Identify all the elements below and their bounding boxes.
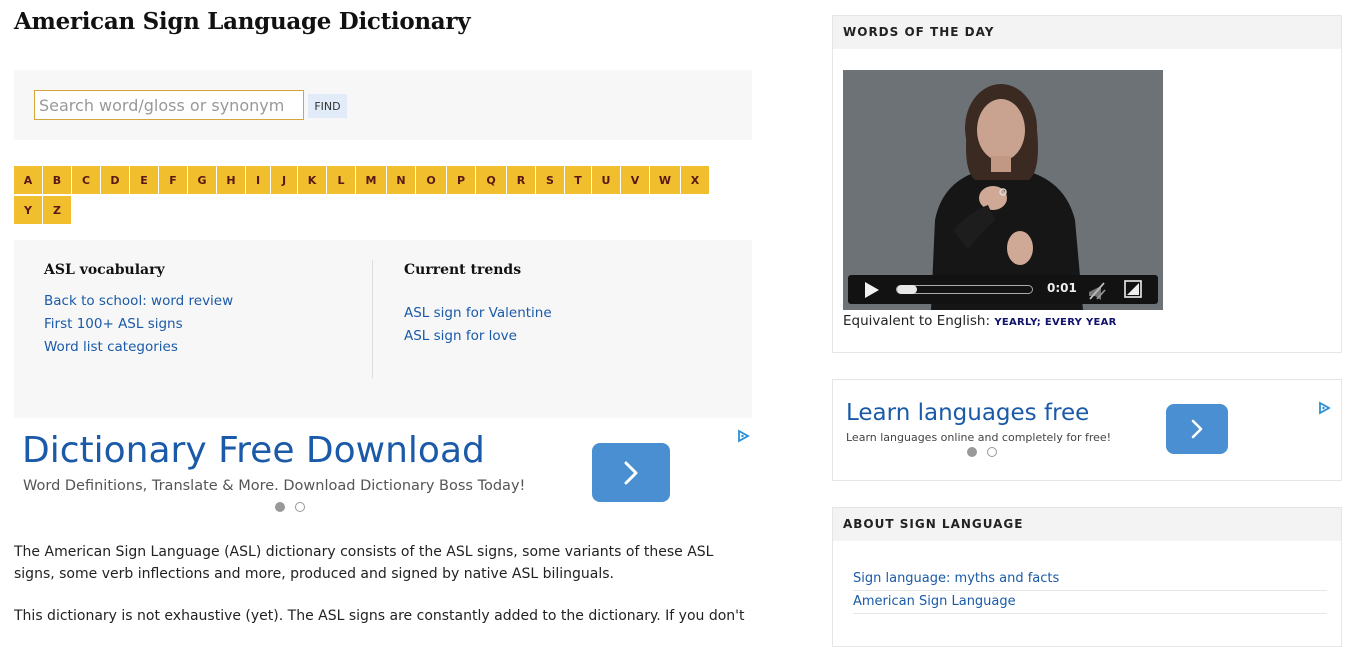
side-ad-subtitle[interactable]: Learn languages online and completely fo…: [846, 431, 1111, 444]
link-first-100-signs[interactable]: First 100+ ASL signs: [44, 313, 233, 336]
letter-a[interactable]: A: [14, 166, 42, 194]
carousel-dot[interactable]: [295, 502, 305, 512]
letter-v[interactable]: V: [621, 166, 649, 194]
time-readout: 0:01: [1047, 281, 1077, 295]
about-links-list: Sign language: myths and facts American …: [853, 568, 1327, 614]
intro-paragraph-2: This dictionary is not exhaustive (yet).…: [14, 608, 745, 624]
ad-subtitle[interactable]: Word Definitions, Translate & More. Down…: [23, 478, 525, 494]
letter-k[interactable]: K: [298, 166, 326, 194]
adchoices-icon[interactable]: [1317, 401, 1331, 415]
words-of-the-day-widget: WORDS OF THE DAY 0:01 Equivalent to Engl…: [832, 15, 1342, 353]
ad-carousel-dots: [275, 502, 305, 512]
mute-icon[interactable]: [1087, 280, 1107, 300]
link-asl-love[interactable]: ASL sign for love: [404, 325, 552, 348]
fullscreen-icon[interactable]: [1124, 280, 1142, 298]
letter-e[interactable]: E: [130, 166, 158, 194]
letter-t[interactable]: T: [565, 166, 591, 194]
video-controls-bar: 0:01: [848, 275, 1158, 304]
about-sign-language-widget: ABOUT SIGN LANGUAGE Sign language: myths…: [832, 507, 1342, 647]
letter-w[interactable]: W: [650, 166, 680, 194]
seek-progress[interactable]: [897, 285, 917, 294]
link-myths-and-facts[interactable]: Sign language: myths and facts: [853, 568, 1327, 591]
letter-f[interactable]: F: [159, 166, 187, 194]
column-divider: [372, 260, 373, 378]
carousel-dot[interactable]: [987, 447, 997, 457]
link-american-sign-language[interactable]: American Sign Language: [853, 591, 1327, 614]
letter-b[interactable]: B: [43, 166, 71, 194]
letter-x[interactable]: X: [681, 166, 709, 194]
chevron-right-icon: [624, 461, 638, 484]
letter-g[interactable]: G: [188, 166, 216, 194]
letter-r[interactable]: R: [507, 166, 535, 194]
letter-j[interactable]: J: [271, 166, 297, 194]
letter-q[interactable]: Q: [476, 166, 506, 194]
letter-p[interactable]: P: [447, 166, 475, 194]
letter-z[interactable]: Z: [43, 196, 71, 224]
letter-u[interactable]: U: [592, 166, 620, 194]
intro-paragraph: The American Sign Language (ASL) diction…: [14, 544, 714, 582]
vocabulary-panel: ASL vocabulary Back to school: word revi…: [14, 240, 752, 418]
letter-h[interactable]: H: [217, 166, 245, 194]
link-word-list-categories[interactable]: Word list categories: [44, 336, 233, 359]
letter-y[interactable]: Y: [14, 196, 42, 224]
play-icon[interactable]: [862, 281, 880, 299]
letter-m[interactable]: M: [356, 166, 386, 194]
ad-go-button[interactable]: [592, 443, 670, 502]
side-ad-title[interactable]: Learn languages free: [846, 400, 1089, 426]
find-button[interactable]: FIND: [308, 94, 347, 118]
alphabet-index: A B C D E F G H I J K L M N O P Q R S T …: [14, 166, 734, 224]
page-title: American Sign Language Dictionary: [14, 8, 471, 35]
letter-c[interactable]: C: [72, 166, 100, 194]
current-trends-column: Current trends ASL sign for Valentine AS…: [404, 260, 552, 348]
letter-d[interactable]: D: [101, 166, 129, 194]
letter-s[interactable]: S: [536, 166, 564, 194]
letter-l[interactable]: L: [327, 166, 355, 194]
carousel-dot-active[interactable]: [275, 502, 285, 512]
link-back-to-school[interactable]: Back to school: word review: [44, 290, 233, 313]
carousel-dot-active[interactable]: [967, 447, 977, 457]
signer-video-frame: [843, 70, 1163, 310]
side-ad-carousel-dots: [967, 447, 997, 457]
adchoices-icon[interactable]: [736, 429, 750, 443]
asl-vocabulary-column: ASL vocabulary Back to school: word revi…: [44, 260, 233, 359]
search-input[interactable]: [34, 90, 304, 120]
video-player[interactable]: 0:01: [843, 70, 1163, 310]
dictionary-ad-banner[interactable]: Dictionary Free Download Word Definition…: [14, 420, 752, 520]
letter-n[interactable]: N: [387, 166, 415, 194]
side-ad-go-button[interactable]: [1166, 404, 1228, 454]
chevron-right-icon: [1191, 419, 1203, 439]
letter-i[interactable]: I: [246, 166, 270, 194]
link-asl-valentine[interactable]: ASL sign for Valentine: [404, 302, 552, 325]
widget-header: WORDS OF THE DAY: [833, 16, 1341, 49]
equivalent-to-english: Equivalent to English: YEARLY; EVERY YEA…: [843, 313, 1117, 329]
letter-o[interactable]: O: [416, 166, 446, 194]
widget-header: ABOUT SIGN LANGUAGE: [833, 508, 1341, 541]
equivalent-label: Equivalent to English:: [843, 313, 991, 329]
current-trends-heading: Current trends: [404, 262, 522, 278]
equivalent-words[interactable]: YEARLY; EVERY YEAR: [994, 317, 1116, 328]
search-panel: FIND: [14, 70, 752, 140]
seek-bar[interactable]: [896, 285, 1033, 294]
asl-vocabulary-heading: ASL vocabulary: [44, 262, 165, 278]
languages-ad-banner[interactable]: Learn languages free Learn languages onl…: [832, 379, 1342, 481]
ad-title[interactable]: Dictionary Free Download: [22, 430, 485, 471]
